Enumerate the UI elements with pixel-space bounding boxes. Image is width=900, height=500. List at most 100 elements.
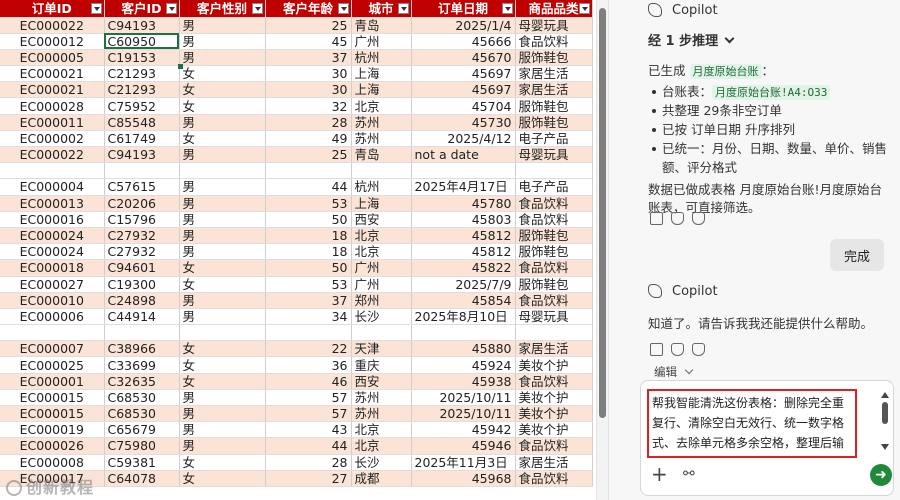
city-cell[interactable]: 广州	[351, 259, 412, 277]
order-date-cell[interactable]: 2025/1/4	[411, 17, 516, 34]
customer-id-cell[interactable]	[104, 324, 180, 342]
customer-id-cell[interactable]: C60950	[104, 33, 180, 50]
city-cell[interactable]: 重庆	[351, 356, 412, 374]
customer-id-cell[interactable]	[104, 162, 180, 180]
gender-cell[interactable]: 男	[179, 243, 266, 261]
table-row[interactable]: EC000028 C75952 女 32 北京 45704 服饰鞋包	[0, 97, 593, 115]
city-cell[interactable]: 北京	[351, 227, 412, 245]
city-cell[interactable]: 西安	[351, 211, 412, 228]
sheet-scrollbar[interactable]	[596, 0, 608, 500]
table-row[interactable]: EC000021 C21293 女 30 上海 45697 家居生活	[0, 65, 593, 83]
category-cell[interactable]: 食品饮料	[515, 211, 593, 228]
customer-id-cell[interactable]: C24898	[104, 292, 180, 309]
filter-dropdown-icon[interactable]	[337, 3, 349, 14]
city-cell[interactable]: 成都	[351, 470, 412, 487]
order-id-cell[interactable]: EC000013	[0, 195, 105, 212]
order-id-cell[interactable]: EC000007	[0, 340, 105, 358]
fill-handle[interactable]	[178, 64, 183, 69]
customer-id-cell[interactable]: C57615	[104, 178, 180, 196]
order-id-cell[interactable]: EC000008	[0, 454, 105, 471]
city-cell[interactable]: 青岛	[351, 17, 412, 34]
city-cell[interactable]: 广州	[351, 276, 412, 293]
prompt-scrollbar-thumb[interactable]	[882, 402, 888, 424]
city-cell[interactable]: 西安	[351, 373, 412, 390]
send-button[interactable]: ➜	[870, 464, 892, 486]
order-id-cell[interactable]	[0, 324, 105, 342]
gender-cell[interactable]: 女	[179, 97, 266, 115]
filter-dropdown-icon[interactable]	[578, 3, 590, 14]
age-cell[interactable]: 45	[265, 33, 352, 50]
gender-cell[interactable]: 男	[179, 405, 266, 423]
city-cell[interactable]: 郑州	[351, 292, 412, 309]
category-cell[interactable]: 食品饮料	[515, 373, 593, 390]
order-id-cell[interactable]: EC000004	[0, 178, 105, 196]
age-cell[interactable]: 37	[265, 292, 352, 309]
order-id-cell[interactable]: EC000019	[0, 421, 105, 439]
age-cell[interactable]: 57	[265, 405, 352, 423]
table-row[interactable]: EC000010 C24898 男 37 郑州 45854 食品饮料	[0, 292, 593, 309]
table-row[interactable]: EC000021 C21293 女 30 上海 45697 家居生活	[0, 81, 593, 99]
order-id-cell[interactable]: EC000015	[0, 405, 105, 423]
age-cell[interactable]: 28	[265, 454, 352, 471]
category-cell[interactable]: 电子产品	[515, 178, 593, 196]
age-cell[interactable]: 37	[265, 49, 352, 67]
blank-row[interactable]	[0, 324, 593, 342]
city-cell[interactable]: 长沙	[351, 308, 412, 326]
city-cell[interactable]: 上海	[351, 81, 412, 99]
order-date-cell[interactable]: 45968	[411, 470, 516, 487]
customer-id-cell[interactable]: C94193	[104, 17, 180, 34]
column-header[interactable]: 城市	[351, 0, 412, 18]
gender-cell[interactable]: 男	[179, 178, 266, 196]
table-row[interactable]: EC000011 C85548 男 28 苏州 45730 服饰鞋包	[0, 114, 593, 131]
gender-cell[interactable]: 男	[179, 227, 266, 245]
category-cell[interactable]: 家居生活	[515, 65, 593, 83]
category-cell[interactable]: 家居生活	[515, 81, 593, 99]
add-attachment-button[interactable]: +	[651, 464, 668, 484]
customer-id-cell[interactable]: C38966	[104, 340, 180, 358]
city-cell[interactable]: 北京	[351, 243, 412, 261]
order-date-cell[interactable]: 45704	[411, 97, 516, 115]
category-cell[interactable]: 食品饮料	[515, 33, 593, 50]
category-cell[interactable]: 美妆个护	[515, 356, 593, 374]
gender-cell[interactable]: 女	[179, 65, 266, 83]
order-id-cell[interactable]: EC000024	[0, 227, 105, 245]
category-cell[interactable]: 服饰鞋包	[515, 227, 593, 245]
age-cell[interactable]: 49	[265, 130, 352, 148]
table-row[interactable]: EC000013 C20206 男 53 上海 45780 食品饮料	[0, 195, 593, 212]
column-header[interactable]: 订单日期	[411, 0, 516, 18]
order-id-cell[interactable]: EC000005	[0, 49, 105, 67]
gender-cell[interactable]: 男	[179, 146, 266, 164]
table-row[interactable]: EC000002 C61749 女 49 苏州 2025/4/12 电子产品	[0, 130, 593, 148]
order-id-cell[interactable]: EC000006	[0, 308, 105, 326]
table-row[interactable]: EC000012 C60950 男 45 广州 45666 食品饮料	[0, 33, 593, 50]
blank-row[interactable]	[0, 162, 593, 180]
filter-dropdown-icon[interactable]	[501, 3, 513, 14]
gender-cell[interactable]	[179, 324, 266, 342]
prompt-input[interactable]: 帮我智能清洗这份表格：删除完全重复行、清除空白无效行、统一数字格式、去除单元格多…	[647, 389, 857, 458]
category-cell[interactable]: 电子产品	[515, 130, 593, 148]
age-cell[interactable]: 46	[265, 373, 352, 390]
table-row[interactable]: EC000019 C65679 男 43 北京 45942 美妆个护	[0, 421, 593, 439]
table-row[interactable]: EC000006 C44914 男 34 长沙 2025年8月10日 母婴玩具	[0, 308, 593, 326]
gender-cell[interactable]: 女	[179, 340, 266, 358]
gender-cell[interactable]: 男	[179, 33, 266, 50]
customer-id-cell[interactable]: C68530	[104, 405, 180, 423]
age-cell[interactable]: 32	[265, 97, 352, 115]
order-id-cell[interactable]: EC000018	[0, 259, 105, 277]
order-id-cell[interactable]: EC000015	[0, 389, 105, 407]
order-id-cell[interactable]: EC000012	[0, 33, 105, 50]
customer-id-cell[interactable]: C75952	[104, 97, 180, 115]
customer-id-cell[interactable]: C85548	[104, 114, 180, 131]
order-date-cell[interactable]: 45803	[411, 211, 516, 228]
category-cell[interactable]	[515, 324, 593, 342]
gender-cell[interactable]: 男	[179, 49, 266, 67]
order-id-cell[interactable]: EC000026	[0, 437, 105, 455]
category-cell[interactable]: 服饰鞋包	[515, 276, 593, 293]
age-cell[interactable]: 53	[265, 195, 352, 212]
order-id-cell[interactable]: EC000016	[0, 211, 105, 228]
category-cell[interactable]: 母婴玩具	[515, 17, 593, 34]
customer-id-cell[interactable]: C94601	[104, 259, 180, 277]
category-cell[interactable]: 食品饮料	[515, 195, 593, 212]
customer-id-cell[interactable]: C68530	[104, 389, 180, 407]
order-date-cell[interactable]: 45854	[411, 292, 516, 309]
